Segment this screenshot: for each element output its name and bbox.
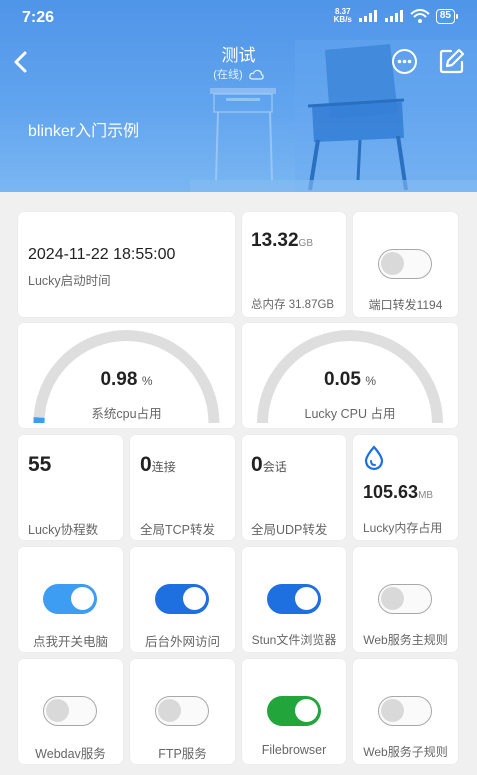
toggle-label: Stun文件浏览器 (251, 633, 337, 647)
lucky-cpu-card: 0.05 % Lucky CPU 占用 (242, 323, 458, 428)
memory-label: 总内存 31.87GB (251, 299, 335, 311)
edit-icon[interactable] (439, 48, 465, 74)
system-cpu-value: 0.98 (100, 369, 138, 390)
goroutines-value: 55 (28, 453, 52, 476)
toggle-knob (381, 252, 404, 275)
udp-label: 全局UDP转发 (251, 523, 328, 537)
toggle-card-4: Webdav服务 (18, 659, 123, 764)
toggle-card-1: 后台外网访问 (130, 547, 235, 652)
toggle-web-main-rule[interactable] (378, 584, 432, 614)
lucky-memory-card: 105.63MB Lucky内存占用 (353, 435, 458, 540)
toggle-knob (46, 699, 69, 722)
toggle-knob (381, 587, 404, 610)
port-forward-toggle[interactable] (378, 249, 432, 279)
battery-level: 85 (439, 10, 451, 21)
memory-value-row: 13.32GB (251, 230, 313, 252)
lucky-memory-unit: MB (418, 490, 434, 501)
toggle-knob (295, 699, 318, 722)
start-time-label: Lucky启动时间 (28, 274, 111, 288)
tcp-label: 全局TCP转发 (140, 523, 216, 537)
toggle-card-0: 点我开关电脑 (18, 547, 123, 652)
online-status-text: (在线) (213, 69, 243, 81)
tcp-unit: 连接 (151, 460, 176, 474)
tcp-value: 0 (140, 453, 152, 476)
lucky-cpu-value: 0.05 (323, 369, 361, 390)
signal-icon-2 (384, 10, 403, 22)
toggle-label: FTP服务 (158, 747, 207, 761)
port-forward-card: 端口转发1194 (353, 212, 458, 317)
goroutines-card: 55 Lucky协程数 (18, 435, 123, 540)
toggle-card-5: FTP服务 (130, 659, 235, 764)
lucky-cpu-unit: % (365, 374, 377, 388)
status-time: 7:26 (22, 9, 55, 26)
signal-icon (358, 10, 377, 22)
toggle-computer-power[interactable] (43, 584, 97, 614)
toggle-webdav[interactable] (43, 696, 97, 726)
lucky-memory-value: 105.63 (363, 482, 419, 502)
udp-value: 0 (251, 453, 263, 476)
toggle-web-sub-rule[interactable] (378, 696, 432, 726)
memory-card: 13.32GB 总内存 31.87GB (242, 212, 346, 317)
start-time-value: 2024-11-22 18:55:00 (28, 246, 176, 263)
port-forward-label: 端口转发1194 (368, 298, 443, 312)
toggle-label: 后台外网访问 (144, 635, 220, 649)
udp-value-row: 0会话 (251, 453, 287, 477)
toggle-label: Web服务主规则 (363, 633, 448, 647)
more-icon[interactable] (391, 48, 418, 75)
wifi-icon (410, 9, 430, 23)
toggle-knob (295, 587, 318, 610)
toggle-knob (183, 587, 206, 610)
system-cpu-label: 系统cpu占用 (91, 407, 162, 421)
lucky-memory-value-row: 105.63MB (363, 482, 433, 503)
network-speed: 8.37 KB/s (334, 8, 352, 24)
goroutines-label: Lucky协程数 (28, 523, 99, 537)
lucky-memory-label: Lucky内存占用 (363, 521, 443, 535)
network-speed-unit: KB/s (333, 15, 352, 24)
battery-icon: 85 (435, 8, 459, 24)
toggle-card-3: Web服务主规则 (353, 547, 458, 652)
device-name: blinker入门示例 (28, 123, 140, 140)
udp-card: 0会话 全局UDP转发 (242, 435, 346, 540)
toggle-filebrowser[interactable] (267, 696, 321, 726)
toggle-label: Web服务子规则 (363, 745, 448, 759)
toggle-label: Webdav服务 (35, 747, 106, 761)
toggle-ftp[interactable] (155, 696, 209, 726)
cloud-icon (248, 69, 264, 80)
toggle-knob (71, 587, 94, 610)
toggle-card-7: Web服务子规则 (353, 659, 458, 764)
toggle-remote-access[interactable] (155, 584, 209, 614)
start-time-card: 2024-11-22 18:55:00 Lucky启动时间 (18, 212, 235, 317)
lucky-cpu-value-row: 0.05 % (242, 369, 458, 391)
system-cpu-value-row: 0.98 % (18, 369, 235, 391)
udp-unit: 会话 (262, 460, 287, 474)
toggle-card-2: Stun文件浏览器 (242, 547, 346, 652)
toggle-knob (158, 699, 181, 722)
system-cpu-unit: % (141, 374, 153, 388)
water-drop-icon (364, 445, 384, 471)
app-header: 7:26 8.37 KB/s 85 测试 (在线) blinker入门示例 (0, 0, 477, 192)
memory-value: 13.32 (251, 230, 299, 251)
lucky-cpu-label: Lucky CPU 占用 (304, 407, 396, 421)
memory-unit: GB (298, 238, 313, 249)
toggle-stun-browser[interactable] (267, 584, 321, 614)
toggle-card-6: Filebrowser (242, 659, 346, 764)
tcp-card: 0连接 全局TCP转发 (130, 435, 235, 540)
toggle-label: 点我开关电脑 (32, 635, 108, 649)
system-cpu-card: 0.98 % 系统cpu占用 (18, 323, 235, 428)
toggle-label: Filebrowser (261, 743, 327, 757)
status-bar: 7:26 8.37 KB/s 85 (0, 0, 477, 34)
tcp-value-row: 0连接 (140, 453, 176, 477)
toggle-knob (381, 699, 404, 722)
status-icons: 8.37 KB/s 85 (334, 8, 459, 24)
